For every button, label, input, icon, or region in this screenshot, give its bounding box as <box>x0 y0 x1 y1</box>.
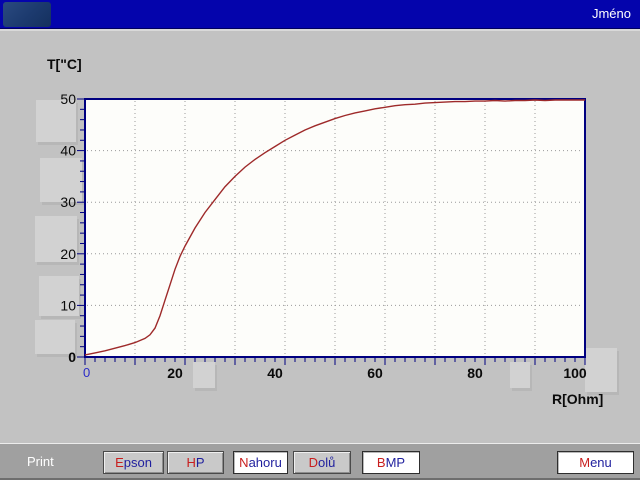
nahoru-button[interactable]: Nahoru <box>233 451 288 474</box>
epson-button[interactable]: Epson <box>103 451 164 474</box>
print-label: Print <box>27 454 54 469</box>
y-tick-label: 30 <box>60 194 76 210</box>
x-origin-label: 0 <box>83 365 90 380</box>
y-tick-label: 50 <box>60 91 76 107</box>
dolu-button[interactable]: Dolů <box>293 451 351 474</box>
app-window: Jméno T["C] R[Ohm] 010203040502040608010… <box>0 0 640 480</box>
y-tick-label: 20 <box>60 246 76 262</box>
chart-canvas: 0 10 20 30 40 50 20 40 60 80 100 0 <box>0 0 640 443</box>
accelerator-letter: B <box>377 455 386 470</box>
hp-button[interactable]: HP <box>167 451 224 474</box>
accelerator-letter: E <box>115 455 124 470</box>
y-tick-label: 0 <box>68 349 76 365</box>
accelerator-letter: H <box>186 455 195 470</box>
accelerator-letter: N <box>239 455 248 470</box>
accelerator-letter: M <box>579 455 590 470</box>
bmp-button[interactable]: BMP <box>362 451 420 474</box>
x-tick-label: 80 <box>467 365 483 381</box>
y-tick-label: 40 <box>60 143 76 159</box>
x-tick-label: 100 <box>563 365 587 381</box>
accelerator-letter: D <box>309 455 318 470</box>
y-tick-label: 10 <box>60 297 76 313</box>
menu-button[interactable]: Menu <box>557 451 634 474</box>
x-tick-label: 40 <box>267 365 283 381</box>
x-tick-label: 20 <box>167 365 183 381</box>
print-toolbar: Print Epson HP Nahoru Dolů BMP Menu <box>0 443 640 480</box>
x-tick-label: 60 <box>367 365 383 381</box>
